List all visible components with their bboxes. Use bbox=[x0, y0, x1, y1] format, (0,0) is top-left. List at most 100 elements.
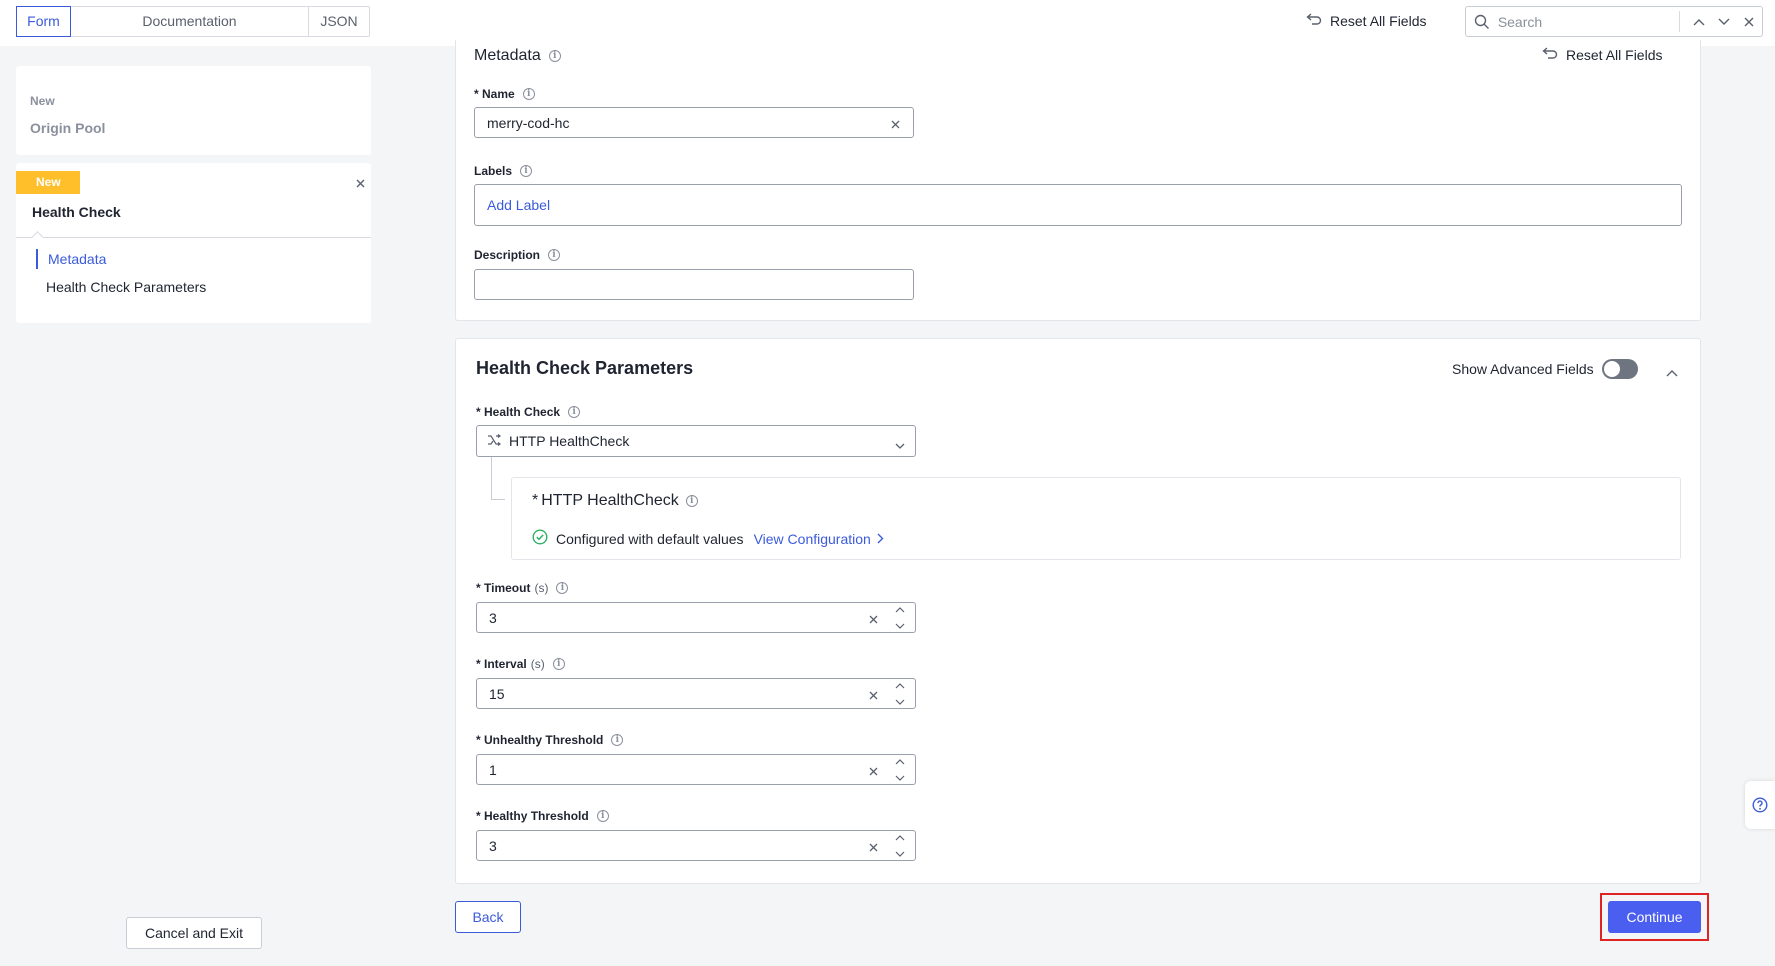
clear-icon[interactable] bbox=[868, 764, 879, 776]
number-stepper[interactable] bbox=[895, 834, 905, 858]
clear-icon[interactable] bbox=[868, 612, 879, 624]
timeout-label-text: Timeout bbox=[484, 581, 531, 595]
healthy-threshold-input[interactable]: 3 bbox=[476, 830, 916, 861]
show-advanced-fields: Show Advanced Fields bbox=[1452, 359, 1638, 379]
info-icon: i bbox=[522, 88, 535, 100]
info-icon: i bbox=[685, 495, 698, 507]
divider bbox=[16, 237, 371, 238]
info-icon: i bbox=[611, 734, 624, 746]
clear-icon[interactable] bbox=[890, 117, 901, 129]
info-icon: i bbox=[520, 165, 533, 177]
continue-button[interactable]: Continue bbox=[1608, 901, 1701, 933]
chevron-down-icon[interactable] bbox=[895, 851, 905, 858]
shuffle-icon bbox=[487, 433, 501, 449]
timeout-value: 3 bbox=[489, 609, 497, 626]
close-icon[interactable] bbox=[1737, 8, 1762, 35]
clear-icon[interactable] bbox=[868, 840, 879, 852]
health-check-value: HTTP HealthCheck bbox=[509, 433, 630, 449]
metadata-section: Metadata i Reset All Fields * Name i mer… bbox=[455, 40, 1701, 321]
chevron-up-icon[interactable] bbox=[895, 758, 905, 765]
chevron-up-icon[interactable] bbox=[1686, 8, 1711, 35]
health-check-label-text: Health Check bbox=[484, 405, 561, 419]
view-configuration-link[interactable]: View Configuration bbox=[754, 531, 884, 547]
unhealthy-threshold-input[interactable]: 1 bbox=[476, 754, 916, 785]
nav-item-health-check-parameters[interactable]: Health Check Parameters bbox=[46, 279, 206, 295]
chevron-down-icon[interactable] bbox=[895, 775, 905, 782]
clear-icon[interactable] bbox=[868, 688, 879, 700]
search-bar bbox=[1465, 6, 1763, 37]
description-label-text: Description bbox=[474, 248, 541, 262]
config-status: Configured with default values View Conf… bbox=[532, 529, 884, 548]
reset-all-fields-button[interactable]: Reset All Fields bbox=[1542, 46, 1662, 63]
search-divider bbox=[1679, 11, 1681, 32]
interval-input[interactable]: 15 bbox=[476, 678, 916, 709]
labels-label-text: Labels bbox=[474, 164, 513, 178]
origin-pool-card[interactable]: New Origin Pool bbox=[16, 66, 371, 155]
description-field-label: Description i bbox=[474, 248, 561, 262]
nav-item-metadata[interactable]: Metadata bbox=[36, 249, 106, 269]
unhealthy-threshold-label-text: Unhealthy Threshold bbox=[484, 733, 604, 747]
caret-indicator bbox=[31, 231, 44, 244]
back-button[interactable]: Back bbox=[455, 901, 521, 933]
chevron-up-icon[interactable] bbox=[1666, 364, 1678, 380]
tree-connector bbox=[491, 499, 505, 500]
health-check-parameters-section: Health Check Parameters Show Advanced Fi… bbox=[455, 338, 1701, 884]
http-healthcheck-heading: * HTTP HealthCheck i bbox=[532, 492, 698, 510]
close-icon[interactable] bbox=[353, 176, 367, 190]
number-stepper[interactable] bbox=[895, 758, 905, 782]
number-stepper[interactable] bbox=[895, 682, 905, 706]
reset-all-fields-top-button[interactable]: Reset All Fields bbox=[1306, 12, 1426, 29]
healthy-threshold-field-label: * Healthy Threshold i bbox=[476, 809, 609, 823]
view-mode-tabs: Form Documentation JSON bbox=[16, 6, 370, 37]
health-check-parameters-title: Health Check Parameters bbox=[476, 358, 694, 378]
info-icon: i bbox=[548, 50, 561, 62]
advanced-fields-toggle[interactable] bbox=[1601, 359, 1638, 379]
description-input[interactable] bbox=[474, 269, 914, 300]
tree-connector bbox=[491, 457, 492, 499]
chevron-down-icon[interactable] bbox=[895, 623, 905, 630]
search-input[interactable] bbox=[1497, 13, 1680, 30]
interval-field-label: * Interval (s) i bbox=[476, 657, 565, 671]
origin-pool-status: New bbox=[30, 94, 55, 108]
add-label-link[interactable]: Add Label bbox=[487, 197, 550, 213]
name-input[interactable]: merry-cod-hc bbox=[474, 107, 914, 138]
name-value: merry-cod-hc bbox=[487, 114, 570, 131]
number-stepper[interactable] bbox=[895, 606, 905, 630]
healthy-threshold-value: 3 bbox=[489, 837, 497, 854]
interval-label-text: Interval bbox=[484, 657, 527, 671]
unhealthy-threshold-field-label: * Unhealthy Threshold i bbox=[476, 733, 624, 747]
add-label-field[interactable]: Add Label bbox=[474, 184, 1682, 226]
search-icon bbox=[1466, 14, 1498, 30]
origin-pool-title: Origin Pool bbox=[30, 120, 106, 136]
undo-icon bbox=[1542, 46, 1558, 63]
timeout-input[interactable]: 3 bbox=[476, 602, 916, 633]
cancel-and-exit-button[interactable]: Cancel and Exit bbox=[126, 917, 262, 949]
reset-all-fields-label: Reset All Fields bbox=[1330, 12, 1427, 29]
labels-field-label: Labels i bbox=[474, 164, 533, 178]
help-button[interactable] bbox=[1745, 781, 1775, 829]
http-healthcheck-card: * HTTP HealthCheck i Configured with def… bbox=[511, 477, 1681, 560]
reset-all-fields-label: Reset All Fields bbox=[1566, 46, 1663, 63]
chevron-down-icon[interactable] bbox=[1712, 8, 1737, 35]
interval-value: 15 bbox=[489, 685, 505, 702]
metadata-heading: Metadata i bbox=[474, 47, 561, 65]
name-field-label: * Name i bbox=[474, 87, 535, 101]
chevron-down-icon[interactable] bbox=[895, 699, 905, 706]
check-circle-icon bbox=[532, 529, 548, 548]
tab-form[interactable]: Form bbox=[16, 6, 71, 37]
health-check-select[interactable]: HTTP HealthCheck bbox=[476, 425, 916, 457]
info-icon: i bbox=[556, 582, 569, 594]
unhealthy-threshold-value: 1 bbox=[489, 761, 497, 778]
new-badge: New bbox=[16, 171, 80, 194]
chevron-up-icon[interactable] bbox=[895, 834, 905, 841]
info-icon: i bbox=[568, 406, 581, 418]
chevron-up-icon[interactable] bbox=[895, 682, 905, 689]
timeout-field-label: * Timeout (s) i bbox=[476, 581, 569, 595]
metadata-title: Metadata bbox=[474, 47, 541, 64]
undo-icon bbox=[1306, 12, 1322, 29]
config-status-text: Configured with default values bbox=[556, 530, 744, 547]
tab-json[interactable]: JSON bbox=[309, 7, 369, 36]
view-configuration-label: View Configuration bbox=[753, 530, 871, 547]
tab-documentation[interactable]: Documentation bbox=[71, 7, 309, 36]
chevron-up-icon[interactable] bbox=[895, 606, 905, 613]
